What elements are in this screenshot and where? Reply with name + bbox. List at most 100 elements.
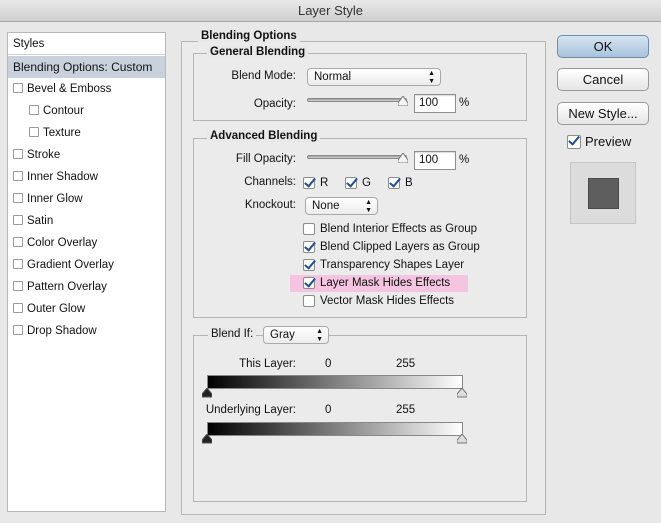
opacity-slider[interactable]: [307, 98, 407, 102]
style-item-outer-glow[interactable]: Outer Glow: [8, 298, 165, 320]
style-item-gradient-overlay[interactable]: Gradient Overlay: [8, 254, 165, 276]
fill-opacity-input[interactable]: 100: [414, 151, 456, 170]
general-blending-title: General Blending: [207, 46, 309, 58]
style-item-checkbox[interactable]: [13, 215, 23, 225]
style-item-checkbox[interactable]: [13, 83, 23, 93]
this-layer-label: This Layer:: [239, 358, 296, 370]
style-item-label: Stroke: [27, 149, 61, 161]
underlying-layer-gradient: [207, 422, 463, 436]
blending-options-title: Blending Options: [198, 30, 300, 42]
style-item-checkbox[interactable]: [13, 149, 23, 159]
knockout-select[interactable]: None ▲ ▼: [305, 197, 378, 215]
preview-checkbox[interactable]: [567, 135, 581, 149]
style-item-checkbox[interactable]: [29, 127, 39, 137]
styles-header[interactable]: Styles: [8, 33, 165, 55]
underlying-layer-label: Underlying Layer:: [205, 404, 296, 416]
this-layer-low-value: 0: [325, 358, 332, 370]
style-item-bevel-emboss[interactable]: Bevel & Emboss: [8, 78, 165, 100]
knockout-label: Knockout:: [244, 199, 296, 211]
style-item-label: Contour: [43, 105, 84, 117]
style-item-label: Inner Glow: [27, 193, 83, 205]
channel-g-label: G: [362, 177, 371, 189]
underlying-high-value: 255: [396, 404, 416, 416]
option-label-1: Blend Clipped Layers as Group: [320, 241, 480, 253]
channel-r-checkbox[interactable]: [303, 177, 315, 189]
style-item-drop-shadow[interactable]: Drop Shadow: [8, 320, 165, 342]
styles-list: Styles Blending Options: Custom Bevel & …: [7, 32, 166, 512]
style-item-label: Color Overlay: [27, 237, 98, 249]
advanced-blending-title: Advanced Blending: [207, 130, 321, 142]
underlying-low-value: 0: [325, 404, 332, 416]
option-label-3: Layer Mask Hides Effects: [320, 277, 451, 289]
opacity-slider-thumb[interactable]: [398, 96, 408, 106]
underlying-white-slider[interactable]: [457, 434, 467, 444]
blend-if-select[interactable]: Gray ▲ ▼: [263, 326, 329, 344]
channel-b-checkbox[interactable]: [388, 177, 400, 189]
fill-opacity-slider-thumb[interactable]: [398, 153, 408, 163]
style-item-pattern-overlay[interactable]: Pattern Overlay: [8, 276, 165, 298]
blend-if-label: Blend If:: [208, 328, 257, 340]
blend-if-value: Gray: [270, 329, 295, 341]
knockout-value: None: [312, 200, 340, 212]
style-item-color-overlay[interactable]: Color Overlay: [8, 232, 165, 254]
style-item-checkbox[interactable]: [13, 259, 23, 269]
updown-arrows-icon: ▲ ▼: [428, 70, 435, 85]
style-item-label: Drop Shadow: [27, 325, 97, 337]
option-label-4: Vector Mask Hides Effects: [320, 295, 455, 307]
style-item-label: Gradient Overlay: [27, 259, 114, 271]
ok-button[interactable]: OK: [557, 35, 649, 58]
this-layer-gradient: [207, 375, 463, 389]
opacity-label: Opacity:: [253, 98, 296, 110]
layer-style-dialog: Styles Blending Options: Custom Bevel & …: [0, 22, 661, 523]
fill-opacity-slider[interactable]: [307, 155, 407, 159]
option-checkbox-2[interactable]: [303, 259, 315, 271]
channels-label: Channels:: [244, 176, 296, 188]
style-item-checkbox[interactable]: [13, 193, 23, 203]
style-item-inner-glow[interactable]: Inner Glow: [8, 188, 165, 210]
option-checkbox-1[interactable]: [303, 241, 315, 253]
option-label-0: Blend Interior Effects as Group: [320, 223, 478, 235]
style-item-inner-shadow[interactable]: Inner Shadow: [8, 166, 165, 188]
style-item-checkbox[interactable]: [29, 105, 39, 115]
blend-mode-label: Blend Mode:: [231, 70, 296, 82]
style-item-checkbox[interactable]: [13, 325, 23, 335]
style-item-texture[interactable]: Texture: [8, 122, 165, 144]
blend-mode-select[interactable]: Normal ▲ ▼: [307, 68, 441, 86]
this-layer-white-slider[interactable]: [457, 388, 467, 398]
fill-opacity-unit: %: [459, 154, 470, 166]
preview-swatch: [588, 178, 619, 209]
fill-opacity-label: Fill Opacity:: [235, 153, 296, 165]
style-item-label: Pattern Overlay: [27, 281, 107, 293]
style-item-checkbox[interactable]: [13, 237, 23, 247]
blend-mode-value: Normal: [314, 71, 352, 83]
style-item-checkbox[interactable]: [13, 303, 23, 313]
cancel-button[interactable]: Cancel: [557, 68, 649, 91]
option-checkbox-4[interactable]: [303, 295, 315, 307]
updown-arrows-icon: ▲ ▼: [316, 328, 323, 343]
channel-r-label: R: [320, 177, 329, 189]
style-item-stroke[interactable]: Stroke: [8, 144, 165, 166]
option-label-2: Transparency Shapes Layer: [320, 259, 465, 271]
style-item-checkbox[interactable]: [13, 171, 23, 181]
style-item-label: Bevel & Emboss: [27, 83, 112, 95]
new-style-button[interactable]: New Style...: [557, 102, 649, 125]
style-item-label: Inner Shadow: [27, 171, 98, 183]
this-layer-black-slider[interactable]: [202, 388, 212, 398]
updown-arrows-icon: ▲ ▼: [365, 199, 372, 214]
underlying-black-slider[interactable]: [202, 434, 212, 444]
opacity-input[interactable]: 100: [414, 94, 456, 113]
window-title: Layer Style: [0, 0, 661, 22]
style-item-label: Texture: [43, 127, 81, 139]
channel-b-label: B: [405, 177, 413, 189]
opacity-unit: %: [459, 97, 470, 109]
style-item-satin[interactable]: Satin: [8, 210, 165, 232]
blending-options-item[interactable]: Blending Options: Custom: [8, 56, 165, 78]
option-checkbox-3[interactable]: [303, 277, 315, 289]
channel-g-checkbox[interactable]: [345, 177, 357, 189]
style-item-checkbox[interactable]: [13, 281, 23, 291]
style-item-contour[interactable]: Contour: [8, 100, 165, 122]
option-checkbox-0[interactable]: [303, 223, 315, 235]
this-layer-high-value: 255: [396, 358, 416, 370]
preview-thumbnail: [570, 162, 636, 224]
preview-label: Preview: [585, 134, 632, 149]
